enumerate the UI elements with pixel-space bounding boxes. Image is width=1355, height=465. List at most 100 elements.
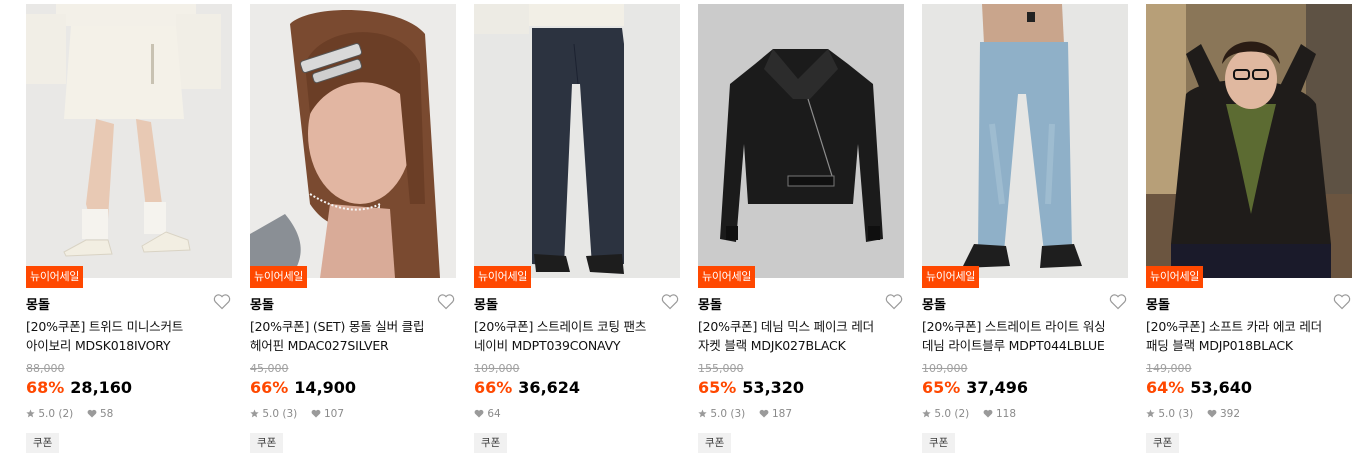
coupon-tag: 쿠폰 [250,433,284,453]
like-count: 107 [323,408,344,420]
product-name-line: [20%쿠폰] 스트레이트 코팅 팬츠 [474,319,647,334]
sale-badge: 뉴이어세일 [922,266,980,288]
product-name-line: 아이보리 MDSK018IVORY [26,338,171,353]
like-heart-icon [87,409,97,421]
heart-icon[interactable] [1109,293,1127,310]
review-meta: 5.0 (2) 118 [922,408,1016,421]
price-line: 66% 36,624 [474,378,580,397]
heart-icon[interactable] [1333,293,1351,310]
product-name[interactable]: [20%쿠폰] 스트레이트 라이트 워싱 데님 라이트블루 MDPT044LBL… [922,317,1128,355]
sale-badge: 뉴이어세일 [1146,266,1204,288]
product-card[interactable]: 뉴이어세일 몽돌 [20%쿠폰] (SET) 몽돌 실버 클립 헤어핀 MDAC… [250,0,456,465]
heart-icon[interactable] [885,293,903,310]
product-card[interactable]: 뉴이어세일 몽돌 [20%쿠폰] 스트레이트 코팅 팬츠 네이비 MDPT039… [474,0,680,465]
review-meta: 5.0 (2) 58 [26,408,113,421]
price-line: 66% 14,900 [250,378,356,397]
rating-text: 5.0 (2) [934,408,970,420]
coupon-tag: 쿠폰 [26,433,60,453]
discount-rate: 64% [1146,378,1185,397]
product-image[interactable] [1146,4,1352,278]
product-name-line: [20%쿠폰] (SET) 몽돌 실버 클립 [250,319,425,334]
product-name-line: 자켓 블랙 MDJK027BLACK [698,338,846,353]
like-heart-icon [1207,409,1217,421]
product-card[interactable]: 뉴이어세일 몽돌 [20%쿠폰] 데님 믹스 페이크 레더 자켓 블랙 MDJK… [698,0,904,465]
product-name-line: [20%쿠폰] 스트레이트 라이트 워싱 [922,319,1106,334]
product-name-line: [20%쿠폰] 데님 믹스 페이크 레더 [698,319,874,334]
product-photo-coated-pants [474,4,680,278]
like-heart-icon [311,409,321,421]
discount-rate: 66% [250,378,289,397]
like-heart-icon [474,409,484,421]
rating-text: 5.0 (3) [1158,408,1194,420]
like-count: 118 [995,408,1016,420]
original-price: 88,000 [26,362,65,375]
star-icon [922,409,931,421]
sale-badge: 뉴이어세일 [698,266,756,288]
heart-icon[interactable] [213,293,231,310]
product-photo-denim-pants [922,4,1128,278]
original-price: 45,000 [250,362,289,375]
sale-badge: 뉴이어세일 [250,266,308,288]
brand-name[interactable]: 몽돌 [1146,294,1170,313]
like-count: 58 [99,408,114,420]
product-image[interactable] [698,4,904,278]
price-line: 65% 53,320 [698,378,804,397]
star-icon [250,409,259,421]
sale-price: 53,320 [742,378,805,397]
heart-icon[interactable] [661,293,679,310]
product-name-line: [20%쿠폰] 소프트 카라 에코 레더 [1146,319,1322,334]
review-meta: 5.0 (3) 107 [250,408,344,421]
product-image[interactable] [250,4,456,278]
sale-badge: 뉴이어세일 [474,266,532,288]
product-name-line: 네이비 MDPT039CONAVY [474,338,621,353]
product-photo-hair-pin [250,4,456,278]
product-card[interactable]: 뉴이어세일 몽돌 [20%쿠폰] 스트레이트 라이트 워싱 데님 라이트블루 M… [922,0,1128,465]
product-photo-padded-jacket [1146,4,1352,278]
review-meta: 5.0 (3) 392 [1146,408,1240,421]
product-name[interactable]: [20%쿠폰] (SET) 몽돌 실버 클립 헤어핀 MDAC027SILVER [250,317,456,355]
product-grid: 뉴이어세일 몽돌 [20%쿠폰] 트위드 미니스커트 아이보리 MDSK018I… [0,0,1355,465]
product-card[interactable]: 뉴이어세일 몽돌 [20%쿠폰] 소프트 카라 에코 레더 패딩 블랙 MDJP… [1146,0,1352,465]
rating-text: 5.0 (3) [710,408,746,420]
coupon-tag: 쿠폰 [1146,433,1180,453]
discount-rate: 66% [474,378,513,397]
discount-rate: 65% [698,378,737,397]
product-image[interactable] [922,4,1128,278]
original-price: 149,000 [1146,362,1192,375]
original-price: 109,000 [474,362,520,375]
rating-text: 5.0 (3) [262,408,298,420]
sale-price: 14,900 [294,378,357,397]
brand-name[interactable]: 몽돌 [474,294,498,313]
sale-price: 28,160 [70,378,133,397]
product-name[interactable]: [20%쿠폰] 스트레이트 코팅 팬츠 네이비 MDPT039CONAVY [474,317,680,355]
product-name[interactable]: [20%쿠폰] 데님 믹스 페이크 레더 자켓 블랙 MDJK027BLACK [698,317,904,355]
product-name-line: 데님 라이트블루 MDPT044LBLUE [922,338,1105,353]
brand-name[interactable]: 몽돌 [922,294,946,313]
product-photo-tweed-skirt [26,4,232,278]
coupon-tag: 쿠폰 [922,433,956,453]
price-line: 68% 28,160 [26,378,132,397]
product-name[interactable]: [20%쿠폰] 소프트 카라 에코 레더 패딩 블랙 MDJP018BLACK [1146,317,1352,355]
rating-text: 5.0 (2) [38,408,74,420]
review-meta: 64 [474,408,501,421]
sale-badge: 뉴이어세일 [26,266,84,288]
product-image[interactable] [26,4,232,278]
review-meta: 5.0 (3) 187 [698,408,792,421]
brand-name[interactable]: 몽돌 [250,294,274,313]
brand-name[interactable]: 몽돌 [698,294,722,313]
heart-icon[interactable] [437,293,455,310]
product-name[interactable]: [20%쿠폰] 트위드 미니스커트 아이보리 MDSK018IVORY [26,317,232,355]
like-count: 392 [1219,408,1240,420]
product-photo-leather-jacket [698,4,904,278]
star-icon [1146,409,1155,421]
coupon-tag: 쿠폰 [474,433,508,453]
price-line: 65% 37,496 [922,378,1028,397]
like-count: 187 [771,408,792,420]
star-icon [26,409,35,421]
brand-name[interactable]: 몽돌 [26,294,50,313]
product-image[interactable] [474,4,680,278]
product-name-line: 패딩 블랙 MDJP018BLACK [1146,338,1293,353]
original-price: 155,000 [698,362,744,375]
product-card[interactable]: 뉴이어세일 몽돌 [20%쿠폰] 트위드 미니스커트 아이보리 MDSK018I… [26,0,232,465]
sale-price: 53,640 [1190,378,1253,397]
